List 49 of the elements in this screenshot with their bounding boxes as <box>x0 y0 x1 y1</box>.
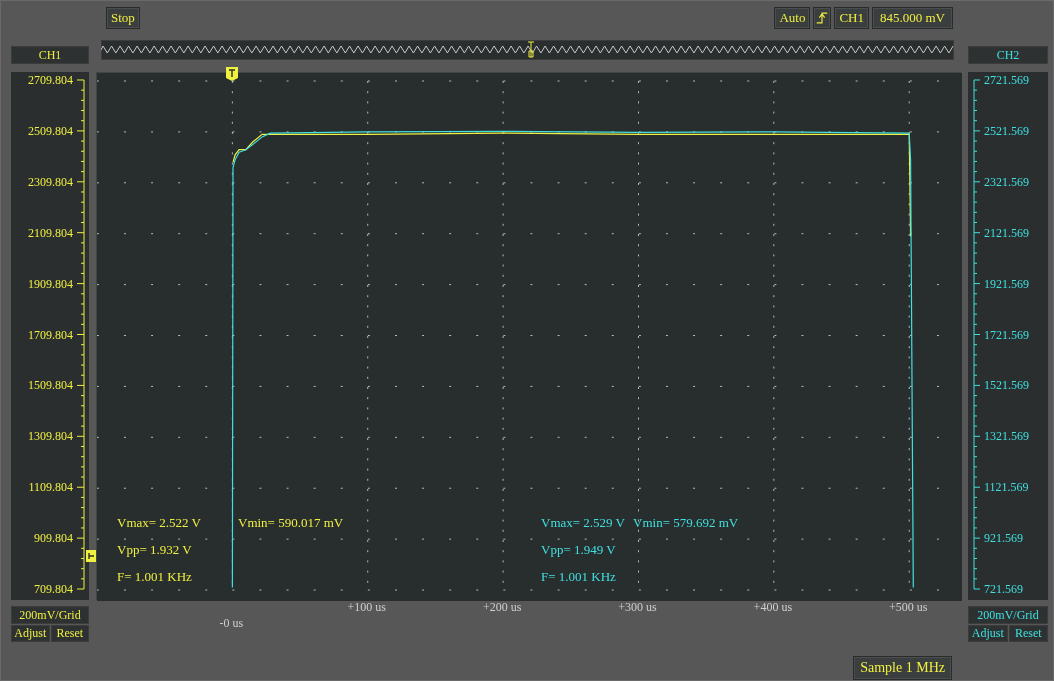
measurement-text: Vpp= 1.949 V <box>541 541 616 559</box>
axis-label: 2321.569 <box>984 174 1029 189</box>
axis-label: +400 us <box>753 600 793 614</box>
axis-label: 1121.569 <box>984 480 1029 495</box>
axis-label: +200 us <box>482 600 522 614</box>
axis-label: 1521.569 <box>984 378 1029 393</box>
scale-label: 200mV/Grid <box>11 606 89 624</box>
stop-button[interactable]: Stop <box>106 7 140 29</box>
axis-label: 2721.569 <box>984 73 1029 87</box>
axis-label: 1721.569 <box>984 327 1029 342</box>
axis-label: 1709.804 <box>28 327 73 342</box>
measurement-text: Vmax= 2.522 V <box>117 514 202 532</box>
axis-label: 1509.804 <box>28 378 73 393</box>
measurement-text: F= 1.001 KHz <box>117 568 193 586</box>
axis-label: 1321.569 <box>984 429 1029 444</box>
trigger-level-field[interactable]: 845.000 mV <box>872 7 953 29</box>
axis-label: +100 us <box>347 600 386 614</box>
axis-label: 1109.804 <box>28 480 73 495</box>
channel-button[interactable]: Adjust <box>968 625 1008 642</box>
axis-label: 921.569 <box>984 531 1023 546</box>
axis-label: 2309.804 <box>28 174 73 189</box>
scale-label: 200mV/Grid <box>968 606 1048 624</box>
axis-label: +300 us <box>618 600 657 614</box>
axis-label: 721.569 <box>984 582 1023 597</box>
trigger-source-button[interactable]: CH1 <box>834 7 869 29</box>
measurement-text: Vpp= 1.932 V <box>117 541 193 559</box>
measurement-text: Vmax= 2.529 V <box>541 514 625 532</box>
channel-label: CH1 <box>11 46 89 64</box>
measurement-text: Vmin= 590.017 mV <box>238 514 344 532</box>
axis-label: 1309.804 <box>28 429 73 444</box>
measurement-text: Vmin= 579.692 mV <box>633 514 739 532</box>
channel-button[interactable]: Reset <box>1008 625 1048 642</box>
axis-label: +500 us <box>889 600 928 614</box>
axis-label: 2709.804 <box>28 73 73 87</box>
axis-label: 1921.569 <box>984 276 1029 291</box>
sample-rate-label: Sample 1 MHz <box>853 656 952 680</box>
axis-label: 2121.569 <box>984 225 1029 240</box>
channel-label: CH2 <box>968 46 1048 64</box>
trigger-mode-button[interactable]: Auto <box>774 7 811 29</box>
channel-button[interactable]: Adjust <box>11 625 50 642</box>
axis-label: 2509.804 <box>28 123 73 138</box>
axis-label: 1909.804 <box>28 276 73 291</box>
measurement-text: F= 1.001 KHz <box>541 568 616 586</box>
axis-label: 709.804 <box>34 582 73 597</box>
axis-label: 2521.569 <box>984 123 1029 138</box>
trigger-offset-label: -0 us <box>219 616 244 630</box>
channel-button[interactable]: Reset <box>50 625 89 642</box>
axis-label: 2109.804 <box>28 225 73 240</box>
axis-label: 909.804 <box>34 531 73 546</box>
